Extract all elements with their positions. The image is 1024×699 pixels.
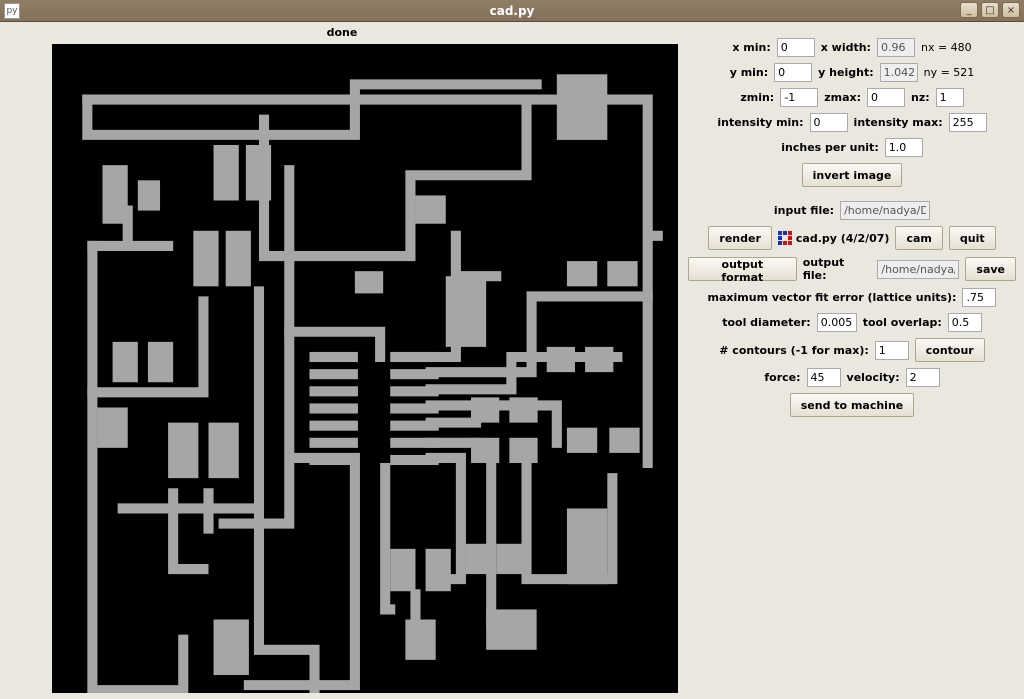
close-button[interactable]: × [1002,2,1020,18]
xmin-label: x min: [732,41,770,54]
velocity-input[interactable] [906,368,940,387]
maxerr-input[interactable] [962,288,996,307]
xwidth-label: x width: [821,41,871,54]
output-file-label: output file: [803,256,872,282]
save-button[interactable]: save [965,257,1016,281]
ymin-input[interactable] [774,63,812,82]
zmin-label: zmin: [740,91,774,104]
zmax-label: zmax: [824,91,861,104]
app-version: cad.py (4/2/07) [778,231,890,245]
quit-button[interactable]: quit [949,226,996,250]
force-input[interactable] [807,368,841,387]
render-button[interactable]: render [708,226,771,250]
controls-panel: x min: x width: nx = 480 y min: y height… [682,24,1022,697]
contours-input[interactable] [875,341,909,360]
pcb-render [52,44,678,693]
velocity-label: velocity: [847,371,900,384]
client-area: done [0,22,1024,699]
tooldia-label: tool diameter: [722,316,811,329]
invert-button[interactable]: invert image [802,163,903,187]
yheight-input[interactable] [880,63,918,82]
imax-input[interactable] [949,113,987,132]
zmin-input[interactable] [780,88,818,107]
window-title: cad.py [0,4,1024,18]
xmin-input[interactable] [777,38,815,57]
maximize-button[interactable]: □ [981,2,999,18]
ny-label: ny = 521 [924,66,975,79]
cam-button[interactable]: cam [895,226,942,250]
nz-input[interactable] [936,88,964,107]
minimize-button[interactable]: _ [960,2,978,18]
maxerr-label: maximum vector fit error (lattice units)… [708,291,957,304]
ymin-label: y min: [730,66,768,79]
imax-label: intensity max: [854,116,943,129]
pcb-canvas[interactable] [52,44,678,693]
overlap-input[interactable] [948,313,982,332]
overlap-label: tool overlap: [863,316,942,329]
zmax-input[interactable] [867,88,905,107]
send-button[interactable]: send to machine [790,393,915,417]
output-format-button[interactable]: output format [688,257,797,281]
force-label: force: [764,371,800,384]
input-file-label: input file: [774,204,834,217]
logo-icon [778,231,792,245]
ipu-input[interactable] [885,138,923,157]
ipu-label: inches per unit: [781,141,878,154]
nx-label: nx = 480 [921,41,972,54]
nz-label: nz: [911,91,930,104]
app-icon: py [4,3,20,19]
status-label: done [2,24,682,42]
imin-label: intensity min: [717,116,803,129]
titlebar: py cad.py _ □ × [0,0,1024,22]
imin-input[interactable] [810,113,848,132]
output-file-input[interactable] [877,260,959,279]
contour-button[interactable]: contour [915,338,985,362]
yheight-label: y height: [818,66,873,79]
left-pane: done [2,24,682,697]
tooldia-input[interactable] [817,313,857,332]
contours-label: # contours (-1 for max): [719,344,868,357]
xwidth-input[interactable] [877,38,915,57]
input-file-input[interactable] [840,201,930,220]
